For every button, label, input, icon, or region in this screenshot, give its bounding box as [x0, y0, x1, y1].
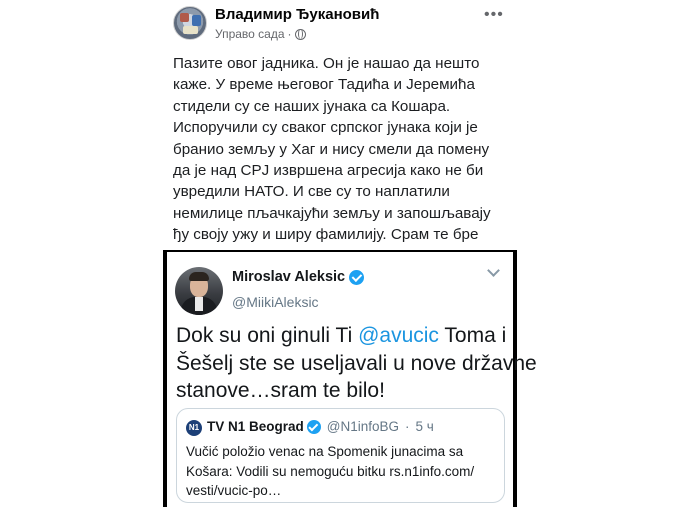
post-body-text: Пазите овог јадника. Он је нашао да нешт…	[173, 53, 513, 267]
quoted-time: 5 ч	[415, 419, 434, 434]
post-body-line: каже. У време његовог Тадића и Јеремића	[173, 76, 475, 94]
post-author-name[interactable]: Владимир Ђукановић	[215, 6, 379, 23]
quoted-text-line: Košara: Vodili su nemoguću bitku rs.n1in…	[186, 463, 475, 479]
post-body-line: увредили НАТО. И све су то наплатили	[173, 183, 450, 201]
post-body-line: Пазите овог јадника. Он је нашао да нешт…	[173, 55, 480, 72]
tweet-mention: @avucic	[358, 324, 439, 347]
post-timestamp[interactable]: Управо сада	[215, 27, 285, 41]
tweet-text-line: stanove…sram te bilo!	[176, 379, 385, 402]
n1-logo-icon: N1	[186, 420, 202, 436]
post-meta: Управо сада ·	[215, 27, 306, 41]
post-body-line: Испоручили су сваког српског јунака који…	[173, 119, 478, 137]
verified-badge-icon	[349, 269, 365, 285]
tweet-text-start: Dok su oni ginuli Ti	[176, 324, 359, 347]
quoted-author-name: TV N1 Beograd	[207, 419, 304, 434]
post-body-line: стидели су се наших јунака са Кошара.	[173, 97, 451, 115]
post-body-line: да је над СРЈ извршена агресија како не …	[173, 162, 484, 180]
quoted-handle: @N1infoBG	[326, 419, 400, 434]
avatar-icon[interactable]	[173, 6, 207, 40]
tweet-avatar-icon	[175, 267, 223, 315]
quoted-text: Vučić položio venac na Spomenik junacima…	[186, 442, 498, 501]
tweet-card: Miroslav Aleksic @MiikiAleksic Dok su on…	[167, 252, 537, 507]
chevron-down-icon	[487, 264, 500, 277]
tweet-text: Dok su oni ginuli Ti @avucic Toma i Šeše…	[176, 322, 537, 405]
tweet-handle: @MiikiAleksic	[232, 294, 319, 310]
quoted-tweet: N1 TV N1 Beograd @N1infoBG · 5 ч Vučić p…	[176, 408, 505, 503]
quoted-text-line: vesti/vucic-po…	[186, 483, 282, 498]
post-body-line: ђу своју ужу и ширу фамилију. Срам те бр…	[173, 226, 479, 244]
post-header: Владимир Ђукановић Управо сада · •••	[163, 0, 518, 48]
tweet-text-line: Šešelj ste se useljavali u nove državne	[176, 351, 537, 375]
verified-badge-icon	[306, 419, 321, 434]
more-options-icon[interactable]: •••	[484, 6, 504, 24]
tweet-author-name: Miroslav Aleksic	[232, 269, 365, 285]
tweet-author-label: Miroslav Aleksic	[232, 269, 346, 285]
tweet-text-end: Toma i	[438, 324, 507, 347]
quoted-author: TV N1 Beograd @N1infoBG · 5 ч	[207, 419, 434, 434]
tweet-screenshot-frame[interactable]: Miroslav Aleksic @MiikiAleksic Dok su on…	[163, 250, 537, 507]
post-body-line: бранио земљу у Хаг и нису смели да помен…	[173, 140, 490, 158]
tweet-text-line: Dok su oni ginuli Ti @avucic Toma i	[176, 322, 511, 350]
meta-separator: ·	[287, 27, 292, 41]
globe-icon[interactable]	[294, 28, 306, 40]
post-body-line: немилице пљачкајући земљу и запошљавају	[173, 204, 491, 222]
quoted-text-line: Vučić položio venac na Spomenik junacima…	[186, 444, 464, 459]
quoted-separator: ·	[405, 419, 410, 434]
